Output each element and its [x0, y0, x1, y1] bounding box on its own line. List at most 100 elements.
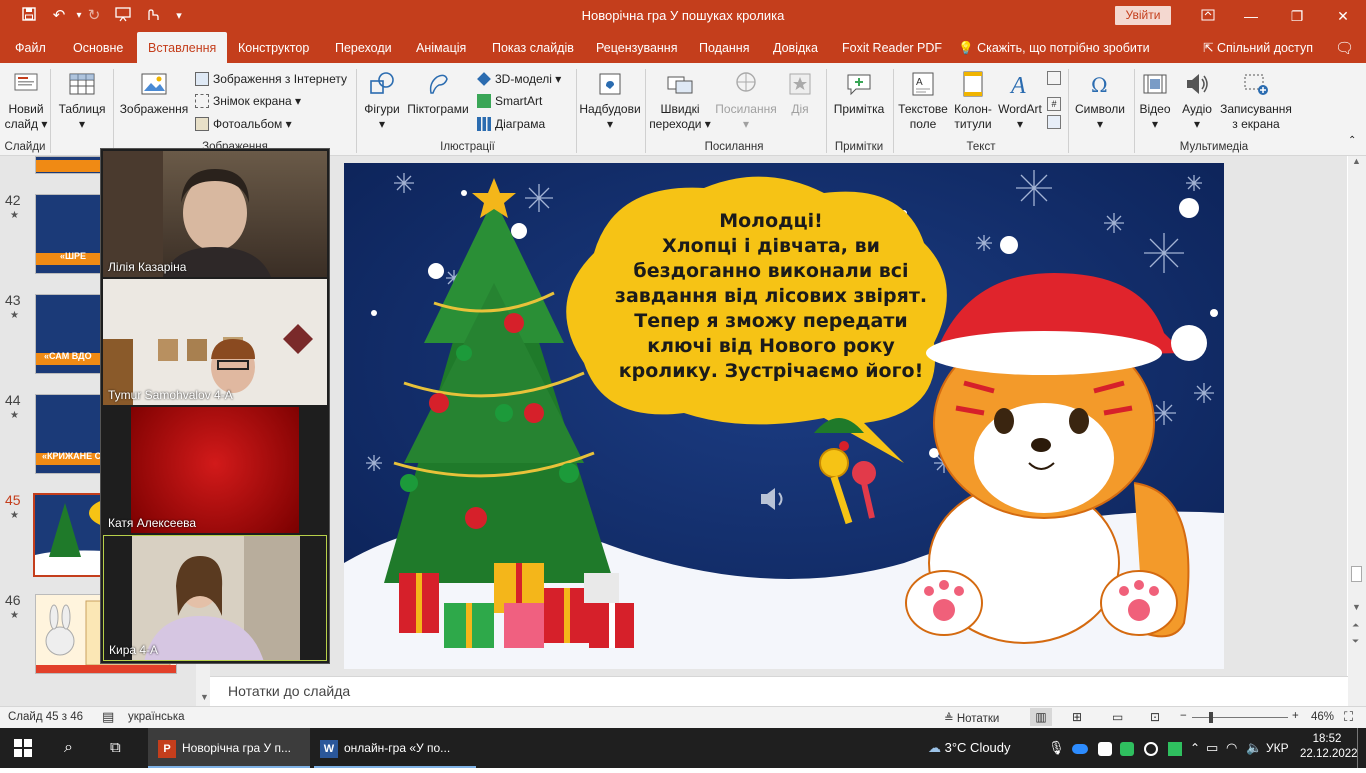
input-language[interactable]: УКР [1266, 728, 1289, 768]
comments-icon[interactable]: 🗨 [1335, 32, 1354, 63]
taskbar-powerpoint[interactable]: P Новорічна гра У п... [148, 728, 310, 768]
previous-slide-icon[interactable]: ⏶ [1352, 620, 1359, 631]
collapse-ribbon-icon[interactable]: ⌃ [1348, 131, 1356, 151]
online-images-button[interactable]: Зображення з Інтернету [195, 69, 347, 89]
smartart-button[interactable]: SmartArt [477, 91, 542, 111]
slide-sorter-icon[interactable]: ⊞ [1072, 710, 1082, 724]
zoom-out-icon[interactable]: − [1180, 710, 1187, 722]
smartart-label: SmartArt [495, 94, 543, 108]
images-button[interactable]: Зображення [118, 69, 190, 117]
textbox-button[interactable]: A Текстове поле [895, 69, 951, 132]
tab-review[interactable]: Рецензування [596, 32, 677, 63]
show-hidden-icons[interactable]: ⌃ [1190, 728, 1200, 768]
scroll-down-icon[interactable]: ▼ [200, 692, 209, 702]
microphone-icon[interactable]: 🎙 [1048, 728, 1065, 768]
zoom-slider-thumb[interactable] [1209, 712, 1214, 723]
symbols-button[interactable]: Ω Символи ▾ [1070, 69, 1130, 132]
icons-button[interactable]: Піктограми [404, 69, 472, 117]
participant-tile[interactable]: Tymur Samohvalov 4-А [103, 279, 327, 405]
screenshot-button[interactable]: Знімок екрана ▾ [195, 91, 301, 111]
participant-tile[interactable]: Катя Алексеева [103, 407, 327, 533]
scroll-down-icon[interactable]: ▼ [1352, 602, 1361, 612]
3d-models-button[interactable]: 3D-моделі ▾ [477, 69, 561, 89]
volume-icon[interactable]: 🔈 [1246, 728, 1262, 768]
tray-app-icon[interactable] [1168, 728, 1182, 768]
save-icon[interactable] [18, 6, 40, 26]
minimize-icon[interactable]: — [1228, 0, 1274, 32]
link-button[interactable]: Посилання ▾ [712, 69, 780, 132]
slide-number-icon[interactable]: # [1047, 90, 1065, 111]
tray-app-icon[interactable] [1144, 728, 1158, 768]
chart-button[interactable]: Діаграма [477, 114, 545, 134]
participant-tile[interactable]: Лілія Казаріна [103, 151, 327, 277]
notes-toggle-button[interactable]: ≜ Нотатки [944, 711, 999, 725]
tray-app-icon[interactable] [1120, 728, 1134, 768]
date-time-icon[interactable] [1047, 68, 1065, 88]
task-view-icon[interactable]: ⧉ [110, 728, 121, 768]
tab-home[interactable]: Основне [73, 32, 123, 63]
header-footer-button[interactable]: Колон- титули [951, 69, 995, 132]
windows-start-icon[interactable] [14, 728, 36, 768]
battery-icon[interactable]: ▭ [1206, 728, 1218, 768]
tray-app-icon[interactable] [1098, 728, 1112, 768]
shapes-button[interactable]: Фігури ▾ [360, 69, 404, 132]
zoom-slider[interactable] [1192, 712, 1288, 723]
object-icon[interactable] [1047, 112, 1065, 132]
share-button[interactable]: ⇱ Спільний доступ [1203, 32, 1313, 63]
scroll-up-icon[interactable]: ▲ [1352, 156, 1361, 166]
comment-button[interactable]: Примітка [828, 69, 890, 117]
tab-animations[interactable]: Анімація [416, 32, 466, 63]
photo-album-label: Фотоальбом [213, 117, 283, 131]
zoom-button[interactable]: Швидкі переходи ▾ [648, 69, 712, 132]
slideshow-view-icon[interactable]: ⊡ [1150, 710, 1160, 724]
taskbar-word[interactable]: Wонлайн-гра «У по... [314, 728, 476, 768]
close-icon[interactable]: ✕ [1320, 0, 1366, 32]
ribbon-display-options-icon[interactable] [1185, 0, 1231, 32]
tab-view[interactable]: Подання [699, 32, 749, 63]
zoom-tray-icon[interactable] [1072, 728, 1088, 768]
weather-widget[interactable]: ☁ 3°C Cloudy [928, 728, 1011, 768]
table-button[interactable]: Таблиця ▾ [56, 69, 108, 132]
new-slide-button[interactable]: Новий слайд ▾ [4, 69, 48, 132]
tab-help[interactable]: Довідка [773, 32, 818, 63]
language-indicator[interactable]: українська [128, 711, 185, 723]
screen-recording-label-2: з екрана [1232, 117, 1280, 131]
redo-icon[interactable]: ↻ [83, 6, 105, 26]
spellcheck-icon[interactable]: ▤ [102, 709, 114, 725]
tab-transitions[interactable]: Переходи [335, 32, 392, 63]
zoom-level[interactable]: 46% [1311, 711, 1334, 723]
restore-icon[interactable]: ❐ [1274, 0, 1320, 32]
scroll-thumb[interactable] [1351, 566, 1362, 582]
show-desktop-button[interactable] [1357, 728, 1360, 768]
wordart-button[interactable]: A WordArt ▾ [996, 69, 1044, 132]
normal-view-icon[interactable]: ▥ [1030, 708, 1052, 726]
tab-file[interactable]: Файл [15, 32, 46, 63]
screen-recording-button[interactable]: Записування з екрана [1218, 69, 1294, 132]
video-button[interactable]: Відео ▾ [1134, 69, 1176, 132]
next-slide-icon[interactable]: ⏷ [1352, 636, 1359, 647]
clock[interactable]: 18:52 22.12.2022 [1300, 728, 1358, 768]
search-icon[interactable]: ⌕ [64, 728, 73, 768]
slide-vertical-scrollbar[interactable]: ▲ ▼ ⏶ ⏷ [1348, 156, 1366, 706]
sign-in-button[interactable]: Увійти [1115, 6, 1171, 25]
current-slide[interactable]: Молодці! Хлопці і дівчата, ви бездоганно… [344, 163, 1224, 669]
tab-insert[interactable]: Вставлення [137, 32, 228, 63]
start-slideshow-icon[interactable] [112, 6, 134, 26]
reading-view-icon[interactable]: ▭ [1112, 710, 1123, 724]
customize-toolbar-icon[interactable]: ▾ [168, 6, 190, 26]
addins-button[interactable]: Надбудови ▾ [578, 69, 642, 132]
wifi-icon[interactable]: ◠ [1226, 728, 1237, 768]
tab-slideshow[interactable]: Показ слайдів [492, 32, 574, 63]
touch-mode-icon[interactable] [141, 6, 163, 26]
undo-icon[interactable]: ↶ [48, 6, 70, 26]
participant-tile-active-speaker[interactable]: Кира 4-А [103, 535, 327, 661]
tab-design[interactable]: Конструктор [238, 32, 309, 63]
notes-pane[interactable]: Нотатки до слайда [210, 676, 1348, 706]
zoom-in-icon[interactable]: + [1292, 710, 1299, 722]
tab-foxit[interactable]: Foxit Reader PDF [842, 32, 942, 63]
photo-album-button[interactable]: Фотоальбом ▾ [195, 114, 292, 134]
fit-to-window-icon[interactable]: ⛶ [1344, 709, 1353, 725]
audio-button[interactable]: Аудіо ▾ [1176, 69, 1218, 132]
action-button[interactable]: Дія [780, 69, 820, 117]
tell-me-box[interactable]: 💡 Скажіть, що потрібно зробити [958, 32, 1150, 63]
